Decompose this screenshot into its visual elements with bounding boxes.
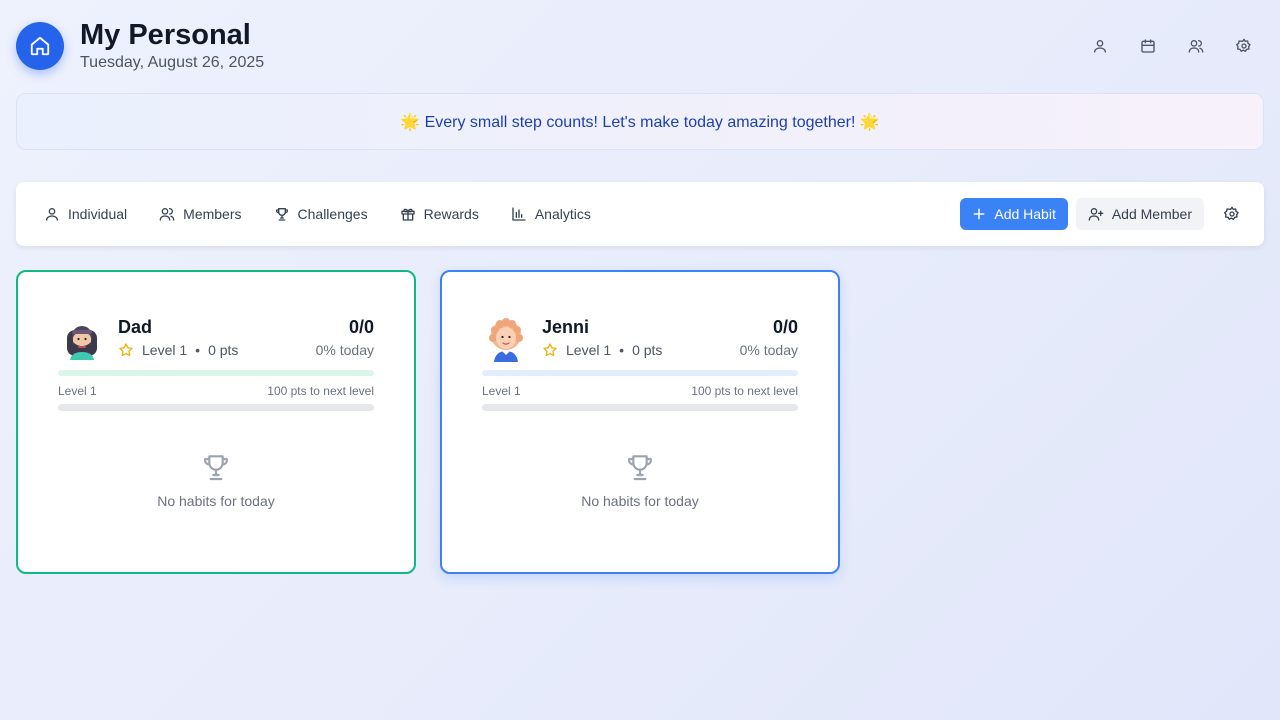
tab-individual[interactable]: Individual	[44, 206, 127, 222]
tab-label: Individual	[68, 206, 128, 222]
user-icon	[1094, 40, 1106, 53]
family-button[interactable]	[1184, 34, 1208, 58]
gift-icon	[400, 208, 415, 221]
empty-state-text: No habits for today	[581, 493, 699, 509]
trophy-icon	[275, 208, 288, 221]
home-icon	[30, 36, 50, 56]
member-level: Level 1	[142, 342, 188, 358]
level-progress-bar	[482, 404, 798, 411]
current-date: Tuesday, August 26, 2025	[80, 54, 265, 71]
header-icon-bar	[1064, 34, 1256, 58]
add-member-label: Add Member	[1111, 206, 1192, 222]
level-label: Level 1	[58, 384, 97, 398]
member-points: 0 pts	[208, 342, 239, 358]
avatar	[67, 326, 97, 360]
member-name: Jenni	[542, 317, 590, 337]
users-icon	[1188, 40, 1204, 53]
gear-icon	[1236, 38, 1251, 52]
banner-text: 🌟 Every small step counts! Let's make to…	[400, 113, 880, 131]
tab-label: Rewards	[423, 206, 479, 222]
tab-members[interactable]: Members	[159, 206, 242, 222]
bar-chart-icon	[512, 207, 526, 221]
motivation-banner: 🌟 Every small step counts! Let's make to…	[16, 93, 1264, 150]
member-card-dad[interactable]: Dad Level 1 • 0 pts 0/0 0% today Level 1…	[16, 270, 416, 574]
tab-label: Analytics	[534, 206, 591, 222]
star-icon	[543, 343, 557, 357]
separator-dot: •	[195, 342, 201, 358]
habit-score: 0/0	[348, 317, 374, 337]
add-member-button[interactable]: Add Member	[1075, 198, 1204, 230]
trophy-icon	[628, 455, 652, 481]
profile-button[interactable]	[1088, 34, 1112, 58]
next-level-text: 100 pts to next level	[267, 384, 374, 398]
today-progress-bar	[58, 370, 374, 376]
habit-score: 0/0	[772, 317, 798, 337]
toolbar-actions: Add Habit Add Member	[960, 198, 1244, 230]
next-level-text: 100 pts to next level	[691, 384, 798, 398]
gear-icon	[1224, 206, 1239, 220]
user-icon	[46, 208, 58, 221]
level-label: Level 1	[482, 384, 521, 398]
today-percent: 0% today	[739, 342, 798, 358]
avatar	[489, 318, 523, 362]
empty-state: No habits for today	[58, 451, 374, 509]
calendar-icon	[1141, 39, 1155, 53]
users-icon	[159, 208, 175, 221]
user-plus-icon	[1088, 208, 1104, 221]
toolbar: Individual Members Challenges Rewards An…	[16, 182, 1264, 246]
add-habit-button[interactable]: Add Habit	[960, 198, 1068, 230]
home-button[interactable]	[16, 22, 64, 70]
today-progress-bar	[482, 370, 798, 376]
tab-label: Challenges	[297, 206, 368, 222]
page-title: My Personal	[80, 19, 251, 51]
empty-state-text: No habits for today	[157, 493, 275, 509]
member-card-jenni[interactable]: Jenni Level 1 • 0 pts 0/0 0% today Level…	[440, 270, 840, 574]
member-name: Dad	[118, 317, 153, 337]
calendar-button[interactable]	[1136, 34, 1160, 58]
member-points: 0 pts	[632, 342, 663, 358]
plus-icon	[973, 208, 985, 220]
tab-label: Members	[183, 206, 242, 222]
settings-button[interactable]	[1232, 34, 1256, 58]
today-percent: 0% today	[315, 342, 374, 358]
app-header: My Personal Tuesday, August 26, 2025	[16, 18, 264, 72]
add-habit-label: Add Habit	[994, 206, 1056, 222]
trophy-icon	[204, 455, 228, 481]
star-icon	[119, 343, 133, 357]
level-progress-bar	[58, 404, 374, 411]
view-tabs: Individual Members Challenges Rewards An…	[44, 206, 623, 222]
empty-state: No habits for today	[482, 451, 798, 509]
toolbar-settings-button[interactable]	[1220, 202, 1244, 226]
tab-analytics[interactable]: Analytics	[511, 206, 591, 222]
separator-dot: •	[619, 342, 625, 358]
member-level: Level 1	[566, 342, 612, 358]
tab-challenges[interactable]: Challenges	[274, 206, 368, 222]
tab-rewards[interactable]: Rewards	[400, 206, 479, 222]
